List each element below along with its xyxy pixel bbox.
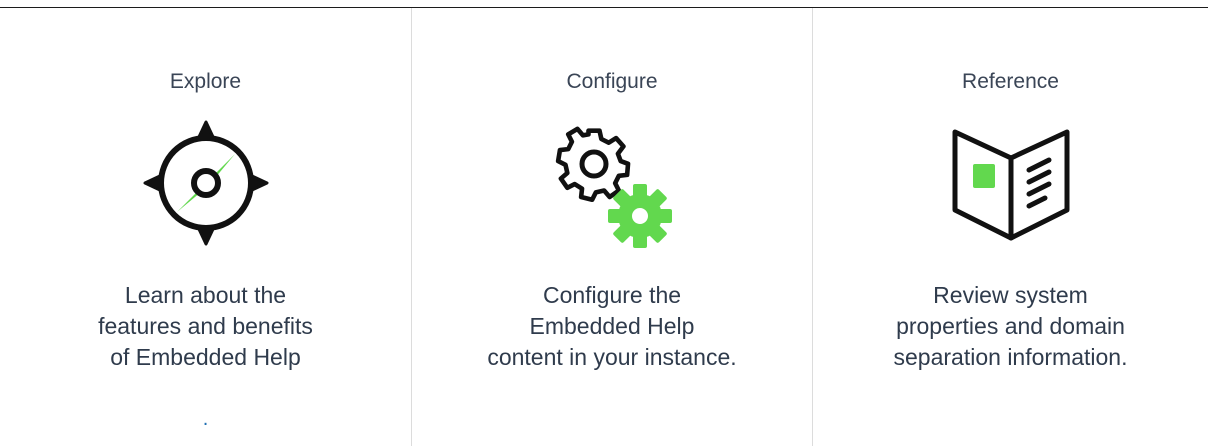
- card-title: Explore: [169, 70, 242, 93]
- card-description: Configure the Embedded Help content in y…: [452, 280, 772, 373]
- card-configure[interactable]: Configure Configure the Embedded Help co…: [412, 8, 812, 446]
- embedded-help-landing: Explore Learn about the features and ben…: [0, 0, 1208, 446]
- card-description-line: properties and domain: [896, 313, 1125, 339]
- gears-icon: [542, 118, 682, 263]
- cards-row: Explore Learn about the features and ben…: [0, 8, 1208, 446]
- card-description-line: of Embedded Help: [110, 344, 301, 370]
- compass-icon: [141, 118, 271, 253]
- card-reference[interactable]: Reference Review system properties and d…: [813, 8, 1208, 446]
- card-description-line: separation information.: [893, 344, 1128, 370]
- card-title: Reference: [962, 70, 1059, 93]
- card-description-line: Embedded Help: [529, 313, 695, 339]
- card-description-line: Review system: [933, 282, 1088, 308]
- card-description: Review system properties and domain sepa…: [851, 280, 1171, 373]
- card-explore[interactable]: Explore Learn about the features and ben…: [0, 8, 411, 446]
- card-title: Configure: [566, 70, 658, 93]
- card-description-line: content in your instance.: [487, 344, 737, 370]
- card-link-dot[interactable]: .: [0, 408, 411, 431]
- card-description-line: Learn about the: [124, 282, 287, 308]
- card-description-line: Configure the: [542, 282, 682, 308]
- card-description-line: features and benefits: [98, 313, 313, 339]
- card-description: Learn about the features and benefits of…: [76, 280, 336, 373]
- open-book-icon: [941, 118, 1081, 253]
